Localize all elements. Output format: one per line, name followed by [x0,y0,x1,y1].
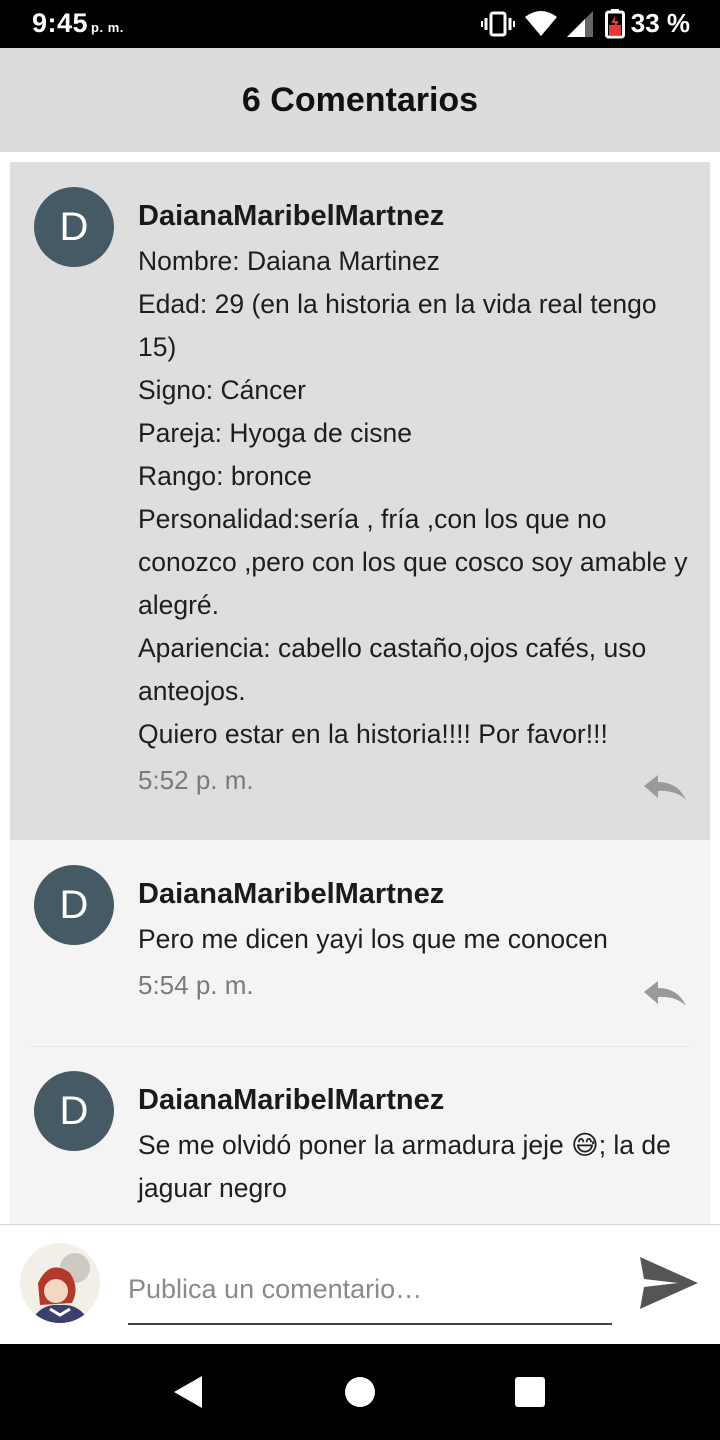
comment-author[interactable]: DaianaMaribelMartnez [138,198,690,234]
avatar[interactable]: D [34,187,114,267]
reply-icon[interactable] [642,980,688,1010]
status-time-value: 9:45 [32,8,89,38]
vibrate-icon [480,11,515,36]
comment-text: Nombre: Daiana Martinez Edad: 29 (en la … [138,240,690,756]
comment-author[interactable]: DaianaMaribelMartnez [138,876,690,912]
comment-line: Pareja: Hyoga de cisne [138,418,412,448]
comment-line: Nombre: Daiana Martinez [138,246,440,276]
comment-line: Personalidad:sería , fría ,con los que n… [138,504,688,620]
comment-item[interactable]: D DaianaMaribelMartnez Nombre: Daiana Ma… [10,162,710,840]
header: 6 Comentarios [0,48,720,152]
status-icons: 33 % [480,8,690,39]
status-time-ampm: p. m. [91,20,124,35]
battery-icon [604,8,625,38]
comment-line: Rango: bronce [138,461,312,491]
comment-line: Signo: Cáncer [138,375,306,405]
battery-percent: 33 % [630,8,690,38]
comment-author[interactable]: DaianaMaribelMartnez [138,1082,690,1118]
reply-icon[interactable] [642,774,688,804]
nav-bar [0,1344,720,1440]
page-title: 6 Comentarios [241,80,479,119]
avatar[interactable]: D [34,1071,114,1151]
user-avatar[interactable] [20,1243,100,1323]
user-avatar-image [20,1243,100,1323]
comment-composer [0,1224,720,1345]
comments-list[interactable]: D DaianaMaribelMartnez Nombre: Daiana Ma… [10,162,710,1224]
comment-line: Pero me dicen yayi los que me conocen [138,924,608,954]
comment-time: 5:54 p. m. [138,970,254,1000]
comment-line: Edad: 29 (en la historia en la vida real… [138,289,657,362]
avatar[interactable]: D [34,865,114,945]
back-icon[interactable] [170,1374,206,1410]
home-icon[interactable] [342,1374,378,1410]
wifi-icon [524,10,557,36]
comment-item[interactable]: D DaianaMaribelMartnez Se me olvidó pone… [10,1047,710,1224]
comment-line: Quiero estar en la historia!!!! Por favo… [138,719,608,749]
comment-text: Se me olvidó poner la armadura jeje 😅; l… [138,1124,690,1210]
recents-icon[interactable] [512,1374,548,1410]
comment-line: Apariencia: cabello castaño,ojos cafés, … [138,633,647,706]
status-bar: 9:45 p. m. 33 % [0,0,720,48]
comment-line: Se me olvidó poner la armadura jeje 😅; l… [138,1130,671,1203]
status-time: 9:45 p. m. [32,8,124,39]
comment-item[interactable]: D DaianaMaribelMartnez Pero me dicen yay… [10,840,710,1046]
comment-time: 5:52 p. m. [138,765,254,795]
signal-icon [566,10,593,37]
send-button[interactable] [638,1255,700,1311]
comment-input[interactable] [128,1261,612,1325]
comment-text: Pero me dicen yayi los que me conocen [138,918,690,961]
